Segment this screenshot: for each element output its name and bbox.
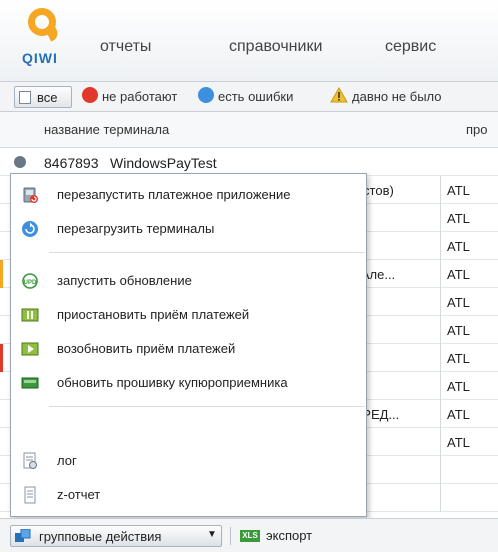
group-actions-icon: [15, 529, 31, 542]
row-code: ATL: [447, 351, 470, 366]
menu-item-resume-payments[interactable]: возобновить приём платежей: [11, 332, 366, 366]
group-actions-label: групповые действия: [39, 529, 162, 544]
row-code: ATL: [447, 435, 470, 450]
row-code: ATL: [447, 323, 470, 338]
menu-item-start-update[interactable]: UPD запустить обновление: [11, 264, 366, 298]
menu-label: обновить прошивку купюроприемника: [57, 375, 288, 390]
qiwi-logo[interactable]: QIWI: [18, 6, 68, 76]
row-code: ATL: [447, 295, 470, 310]
menu-label: запустить обновление: [57, 273, 192, 288]
menu-label: перезапустить платежное приложение: [57, 187, 291, 202]
filter-all-button[interactable]: все: [14, 86, 72, 108]
row-code-cell: [440, 456, 498, 484]
logo-tail-icon: [45, 26, 61, 42]
row-code: ATL: [447, 407, 470, 422]
menu-separator: [49, 406, 365, 407]
menu-label: приостановить приём платежей: [57, 307, 250, 322]
filter-long-ago[interactable]: давно не было: [352, 89, 442, 104]
svg-text:UPD: UPD: [24, 280, 37, 286]
row-code: ATL: [447, 239, 470, 254]
menu-item-reboot-terminals[interactable]: перезагрузить терминалы: [11, 212, 366, 246]
filter-bar: все не работают есть ошибки давно не был…: [0, 82, 498, 112]
menu-separator: [49, 252, 365, 253]
filter-not-working[interactable]: не работают: [102, 89, 177, 104]
log-icon: [23, 452, 37, 469]
column-header-name[interactable]: название терминала: [44, 122, 169, 137]
row-code: ATL: [447, 379, 470, 394]
checkbox-icon: [19, 91, 31, 104]
row-code-cell: ATL: [440, 372, 498, 400]
errors-icon: [198, 87, 214, 103]
row-status-error-icon: [0, 344, 10, 372]
menu-label: перезагрузить терминалы: [57, 221, 215, 236]
menu-reports[interactable]: отчеты: [100, 38, 151, 56]
logo-text: QIWI: [22, 50, 58, 66]
row-status-warning-icon: [0, 260, 10, 288]
menu-item-restart-app[interactable]: перезапустить платежное приложение: [11, 178, 366, 212]
row-code-cell: ATL: [440, 232, 498, 260]
menu-item-pause-payments[interactable]: приостановить приём платежей: [11, 298, 366, 332]
reboot-icon: [22, 221, 38, 237]
group-actions-menu: перезапустить платежное приложение перез…: [10, 173, 367, 517]
z-report-icon: [24, 486, 36, 504]
table-header: название терминала про: [0, 112, 498, 148]
terminal-id: 8467893: [44, 155, 99, 171]
table-row[interactable]: 8467893 WindowsPayTest: [0, 148, 498, 176]
row-code-cell: ATL: [440, 260, 498, 288]
bottom-toolbar: групповые действия ▼ XLS экспорт: [0, 518, 498, 552]
menu-label: z-отчет: [57, 487, 101, 502]
restart-app-icon: [23, 187, 38, 203]
row-code-cell: ATL: [440, 176, 498, 204]
terminal-name: WindowsPayTest: [110, 155, 217, 171]
toolbar-divider: [230, 527, 231, 545]
filter-all-label: все: [37, 90, 58, 105]
row-code: ATL: [447, 267, 470, 282]
not-working-icon: [82, 87, 98, 103]
row-code-cell: ATL: [440, 400, 498, 428]
row-code-cell: ATL: [440, 288, 498, 316]
menu-label: возобновить приём платежей: [57, 341, 236, 356]
row-code: ATL: [447, 183, 470, 198]
pause-icon: [21, 308, 39, 322]
row-code: ATL: [447, 211, 470, 226]
menu-label: лог: [57, 453, 77, 468]
row-code-cell: ATL: [440, 316, 498, 344]
top-navigation: QIWI отчеты справочники сервис: [0, 0, 498, 82]
firmware-icon: [21, 377, 39, 389]
dropdown-arrow-icon: ▼: [207, 529, 217, 540]
row-code-cell: ATL: [440, 428, 498, 456]
export-button[interactable]: экспорт: [266, 528, 312, 543]
menu-service[interactable]: сервис: [385, 38, 436, 56]
menu-directories[interactable]: справочники: [229, 38, 322, 56]
filter-has-errors[interactable]: есть ошибки: [218, 89, 293, 104]
row-code-cell: ATL: [440, 204, 498, 232]
status-icon: [14, 156, 26, 168]
xls-icon: XLS: [240, 530, 260, 542]
menu-item-update-firmware[interactable]: обновить прошивку купюроприемника: [11, 366, 366, 400]
menu-item-z-report[interactable]: z-отчет: [11, 478, 366, 512]
column-header-partial[interactable]: про: [466, 122, 488, 137]
group-actions-button[interactable]: групповые действия ▼: [10, 525, 222, 547]
row-code-cell: ATL: [440, 344, 498, 372]
resume-icon: [21, 342, 39, 356]
update-icon: UPD: [22, 273, 38, 289]
row-code-cell: [440, 484, 498, 512]
menu-item-log[interactable]: лог: [11, 444, 366, 478]
warning-icon: [330, 87, 348, 103]
